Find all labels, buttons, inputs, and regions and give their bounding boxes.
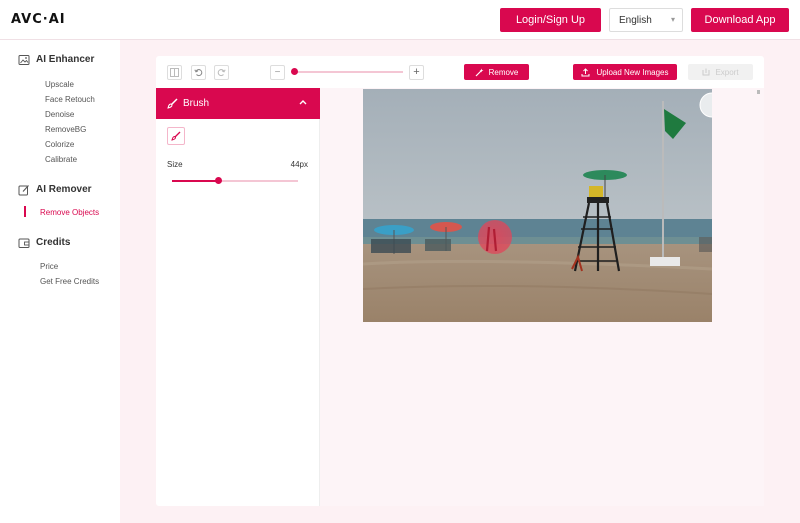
remove-button-label: Remove <box>488 67 519 77</box>
export-button[interactable]: Export <box>688 64 753 80</box>
split-view-icon <box>170 68 179 77</box>
zoom-in-button[interactable]: + <box>409 65 424 80</box>
brush-icon <box>167 98 178 109</box>
canvas-scrollbar[interactable] <box>757 90 760 94</box>
login-signup-button[interactable]: Login/Sign Up <box>500 8 601 32</box>
sidebar-item-upscale[interactable]: Upscale <box>0 77 120 92</box>
export-button-label: Export <box>715 67 739 77</box>
export-icon <box>702 68 710 76</box>
remove-button[interactable]: Remove <box>464 64 529 80</box>
zoom-slider-handle[interactable] <box>291 68 298 75</box>
sidebar-heading-ai-enhancer[interactable]: AI Enhancer <box>0 50 120 70</box>
image-canvas[interactable] <box>320 88 764 506</box>
app-logo[interactable]: AVC·AI <box>11 12 66 27</box>
compare-button[interactable] <box>167 65 182 80</box>
size-slider[interactable] <box>172 180 298 182</box>
beach-scene-image <box>363 89 712 322</box>
editor-toolbar: − + Remove Upload New Images Export <box>156 56 764 88</box>
sidebar-item-removebg[interactable]: RemoveBG <box>0 122 120 137</box>
edit-icon <box>18 185 29 196</box>
size-slider-handle[interactable] <box>215 177 223 184</box>
sidebar-heading-credits[interactable]: Credits <box>0 233 120 253</box>
size-value: 44px <box>290 160 308 169</box>
brush-tool-button[interactable] <box>167 127 185 145</box>
magic-wand-icon <box>475 68 484 76</box>
language-value: English <box>619 15 652 26</box>
sidebar-heading-label: AI Enhancer <box>36 54 95 65</box>
brush-panel-header[interactable]: Brush <box>156 88 320 119</box>
sidebar-item-face-retouch[interactable]: Face Retouch <box>0 92 120 107</box>
top-header: AVC·AI Login/Sign Up English ▾ Download … <box>0 0 800 40</box>
upload-button-label: Upload New Images <box>596 67 669 77</box>
undo-button[interactable] <box>191 65 206 80</box>
editor-panel: − + Remove Upload New Images Export Brus… <box>156 56 764 506</box>
size-label: Size <box>167 160 183 169</box>
sidebar-heading-label: AI Remover <box>36 184 92 195</box>
redo-button[interactable] <box>214 65 229 80</box>
sidebar-item-price[interactable]: Price <box>0 259 120 274</box>
sidebar-heading-ai-remover[interactable]: AI Remover <box>0 180 120 200</box>
chevron-down-icon: ▾ <box>670 15 675 24</box>
zoom-slider[interactable] <box>293 71 403 73</box>
sidebar-item-get-free-credits[interactable]: Get Free Credits <box>0 274 120 289</box>
brush-settings-panel: Brush Size 44px <box>156 88 320 506</box>
redo-icon <box>217 69 226 77</box>
undo-icon <box>194 69 203 77</box>
brush-tool-icon <box>171 131 181 141</box>
wallet-icon <box>18 238 30 248</box>
brush-panel-title: Brush <box>183 98 210 109</box>
zoom-out-button[interactable]: − <box>270 65 285 80</box>
size-slider-fill <box>172 180 219 182</box>
language-select[interactable]: English ▾ <box>609 8 683 32</box>
sidebar-item-remove-objects[interactable]: Remove Objects <box>0 205 120 220</box>
sidebar-group-credits: Credits Price Get Free Credits <box>0 233 120 289</box>
sidebar: AI Enhancer Upscale Face Retouch Denoise… <box>0 40 120 523</box>
sidebar-group-ai-remover: AI Remover Remove Objects <box>0 180 120 220</box>
upload-new-images-button[interactable]: Upload New Images <box>573 64 677 80</box>
sidebar-item-denoise[interactable]: Denoise <box>0 107 120 122</box>
beach-photo[interactable] <box>363 89 712 322</box>
sidebar-group-ai-enhancer: AI Enhancer Upscale Face Retouch Denoise… <box>0 50 120 167</box>
sidebar-item-calibrate[interactable]: Calibrate <box>0 152 120 167</box>
chevron-up-icon <box>299 100 307 105</box>
sidebar-heading-label: Credits <box>36 237 71 248</box>
minus-icon: − <box>274 66 281 78</box>
plus-icon: + <box>413 66 420 78</box>
sidebar-item-colorize[interactable]: Colorize <box>0 137 120 152</box>
upload-icon <box>581 67 590 76</box>
download-app-button[interactable]: Download App <box>691 8 789 32</box>
image-icon <box>18 55 30 65</box>
